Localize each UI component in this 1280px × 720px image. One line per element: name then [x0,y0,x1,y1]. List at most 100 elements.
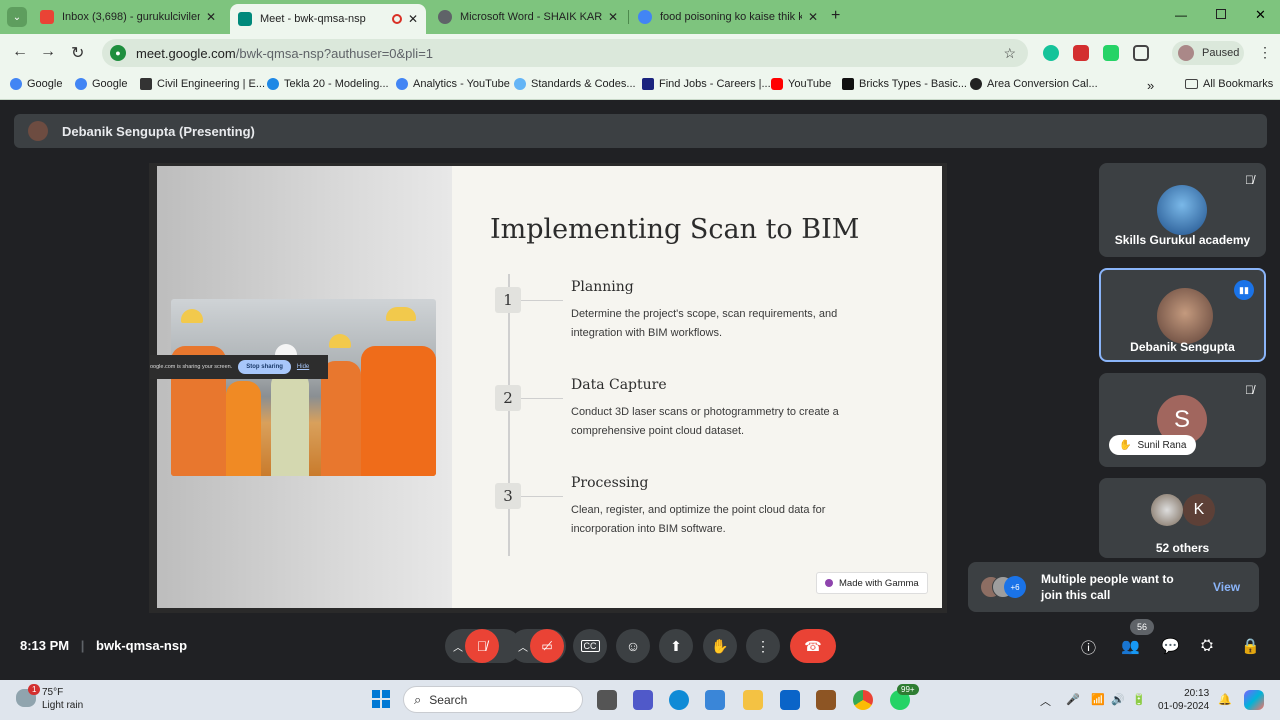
grammarly-icon[interactable] [1043,45,1059,61]
reload-button[interactable]: ↻ [71,43,84,63]
close-icon[interactable]: ✕ [408,12,418,26]
extension-red-icon[interactable] [1073,45,1089,61]
show-hidden-icons-icon[interactable]: ︿ [1040,693,1051,709]
tab-word[interactable]: Microsoft Word - SHAIK KARIM ✕ [430,5,626,29]
participant-tile[interactable]: ▮▮ Debanik Sengupta [1099,268,1266,362]
menu-kebab-icon[interactable]: ⋮ [1258,44,1272,61]
forward-button[interactable]: → [40,43,56,61]
tab-meet[interactable]: Meet - bwk-qmsa-nsp ✕ [230,4,426,34]
emoji-reactions-button[interactable]: ☺ [616,629,650,663]
close-icon[interactable]: ✕ [206,10,216,24]
whatsapp-extension-icon[interactable] [1103,45,1119,61]
requester-avatars: +6 [980,576,1030,598]
stop-sharing-button[interactable]: Stop sharing [238,360,291,374]
profile-button[interactable]: Paused [1172,41,1244,65]
meet-icon [238,12,252,26]
site-info-icon[interactable]: ● [110,45,126,61]
close-window-button[interactable]: ✕ [1255,7,1266,23]
participant-tile[interactable]: K 52 others [1099,478,1266,558]
mail-icon[interactable] [780,690,800,710]
tab-google-search[interactable]: food poisoning ko kaise thik ka ✕ [630,5,826,29]
close-icon[interactable]: ✕ [608,10,618,24]
system-clock[interactable]: 20:13 01-09-2024 [1158,687,1209,713]
chrome-icon[interactable] [853,690,873,710]
taskbar-search[interactable]: ⌕ Search [403,686,583,713]
weather-widget[interactable]: 75°F Light rain [42,686,83,712]
activities-icon[interactable]: ⛭ [1201,637,1213,654]
bookmark-item[interactable]: Standards & Codes... [514,78,636,90]
search-icon: ⌕ [414,691,422,707]
close-icon[interactable]: ✕ [808,10,818,24]
bookmark-item[interactable]: Civil Engineering | E... [140,78,265,90]
temperature: 75°F [42,687,64,698]
badge-label: Made with Gamma [839,577,919,589]
notification-bell-icon[interactable]: 🔔 [1218,693,1232,706]
photo-app-icon[interactable] [816,690,836,710]
hide-link[interactable]: Hide [297,364,309,370]
store-icon[interactable] [705,690,725,710]
construction-workers-photo [171,299,436,476]
leave-call-button[interactable]: ☎ [790,629,836,663]
tab-gmail[interactable]: Inbox (3,698) - gurukulcivilengi ✕ [32,5,224,29]
bookmark-item[interactable]: YouTube [771,78,831,90]
minimize-button[interactable]: — [1175,8,1187,22]
hang-up-icon: ☎ [804,637,822,654]
microphone-off-button[interactable]: 🎙̸ [465,629,499,663]
search-placeholder: Search [429,692,468,707]
battery-icon[interactable]: 🔋 [1132,693,1146,706]
step-description: Determine the project's scope, scan requ… [571,308,838,339]
back-button[interactable]: ← [12,43,28,61]
bookmark-star-icon[interactable]: ☆ [1003,45,1016,62]
all-bookmarks-button[interactable]: All Bookmarks [1185,78,1273,90]
gmail-icon [40,10,54,24]
more-options-button[interactable]: ⋮ [746,629,780,663]
participant-name: Skills Gurukul academy [1114,233,1251,247]
address-bar[interactable]: ● meet.google.com/bwk-qmsa-nsp?authuser=… [102,39,1028,67]
participant-name: Debanik Sengupta [1130,340,1235,354]
meet-stage: Debanik Sengupta (Presenting) oogle.com … [0,101,1280,680]
copilot-icon[interactable] [1244,690,1264,710]
teams-icon[interactable] [633,690,653,710]
bookmark-item[interactable]: Tekla 20 - Modeling... [267,78,389,90]
avatar: K [1183,494,1215,526]
bookmark-label: Area Conversion Cal... [987,78,1098,90]
bookmark-item[interactable]: Google [75,78,127,90]
people-icon[interactable]: 👥 [1121,637,1140,655]
bookmark-label: Civil Engineering | E... [157,78,266,90]
join-request-toast: +6 Multiple people want to join this cal… [968,562,1259,612]
bookmark-item[interactable]: Google [10,78,62,90]
present-icon: ⬆ [670,637,682,654]
presenter-label: Debanik Sengupta (Presenting) [62,123,255,139]
wifi-icon[interactable]: 📶 [1091,693,1105,706]
task-view-icon[interactable] [597,690,617,710]
bookmark-item[interactable]: Find Jobs - Careers |... [642,78,771,90]
youtube-icon [771,78,783,90]
camera-off-button[interactable]: ▭̸ [530,629,564,663]
chat-icon[interactable]: 💬 [1161,637,1180,655]
restore-button[interactable] [1216,9,1226,19]
bookmark-item[interactable]: Analytics - YouTube [396,78,510,90]
raise-hand-button[interactable]: ✋ [703,629,737,663]
meeting-details-icon[interactable]: ⓘ [1081,637,1096,658]
present-screen-button[interactable]: ⬆ [659,629,693,663]
microphone-icon[interactable]: 🎤 [1066,693,1080,706]
bookmark-item[interactable]: Area Conversion Cal... [970,78,1098,90]
speaker-icon[interactable]: 🔊 [1111,693,1125,706]
windows-start-icon[interactable] [372,690,390,708]
file-explorer-icon[interactable] [743,690,763,710]
extensions-puzzle-icon[interactable] [1133,45,1149,61]
bookmark-item[interactable]: Bricks Types - Basic... [842,78,967,90]
participant-tile[interactable]: 🎙̸ S ✋ Sunil Rana [1099,373,1266,467]
url-host: meet.google.com [136,45,236,61]
bookmarks-overflow-icon[interactable]: » [1147,78,1154,93]
edge-icon[interactable] [669,690,689,710]
new-tab-button[interactable]: + [831,7,840,25]
view-requests-button[interactable]: View [1213,580,1240,594]
tab-divider [628,10,629,24]
participant-tile[interactable]: 🎙̸ Skills Gurukul academy [1099,163,1266,257]
timeline-line [508,274,510,556]
tab-search-button[interactable]: ⌄ [7,7,27,27]
worker-figure [361,346,436,476]
host-controls-lock-icon[interactable]: 🔒 [1241,637,1260,655]
captions-button[interactable]: CC [573,629,607,663]
